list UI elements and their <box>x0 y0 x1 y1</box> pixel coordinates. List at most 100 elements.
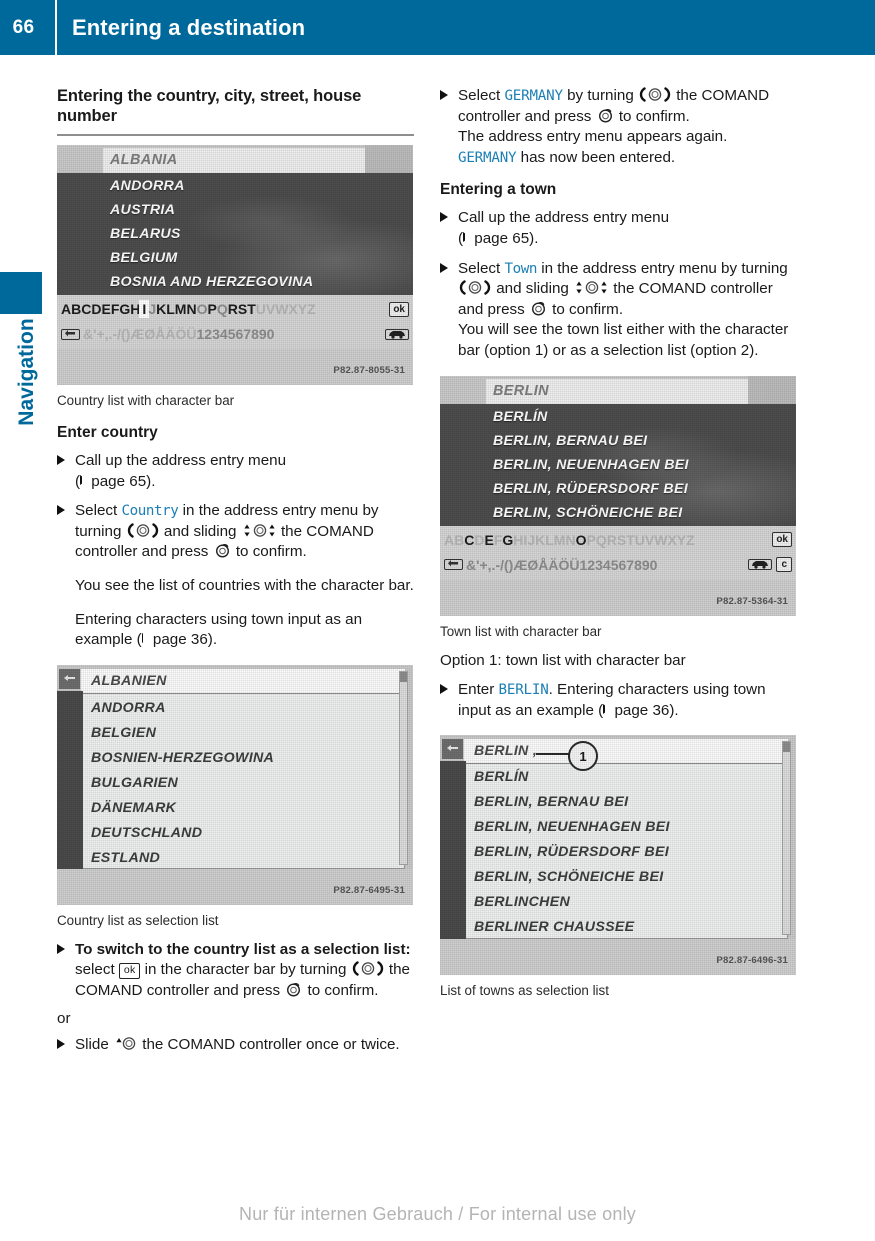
or-label: or <box>57 1009 71 1027</box>
menu-term-germany: GERMANY <box>458 149 517 166</box>
figure2-row: BULGARIEN <box>91 774 179 791</box>
figure4-row: BERLIN, NEUENHAGEN BEI <box>474 819 670 836</box>
step-note: You see the list of countries with the c… <box>75 576 414 594</box>
step-bullet-icon <box>440 90 448 100</box>
back-icon <box>442 739 463 760</box>
figure2-row: DÄNEMARK <box>91 799 177 816</box>
header-divider <box>55 0 57 55</box>
figure1-row: ANDORRA <box>110 178 185 194</box>
figure3-row: BERLIN, NEUENHAGEN BEI <box>493 456 689 473</box>
page-title: Entering a destination <box>72 14 306 40</box>
figure4-row-input: BERLIN , <box>474 743 538 760</box>
figure3-caption: Town list with character bar <box>440 623 602 639</box>
page-header: 66 Entering a destination <box>0 0 875 55</box>
figure1-caption: Country list with character bar <box>57 393 235 408</box>
figure1-row: BELARUS <box>110 226 181 242</box>
step-bullet-icon <box>57 455 65 465</box>
comand-turn-icon <box>352 961 384 977</box>
figure4-row: BERLIN, RÜDERSDORF BEI <box>474 844 669 861</box>
page-reference-arrow-icon <box>463 231 472 242</box>
figure3-highlight-text: BERLIN <box>493 382 549 399</box>
footer-watermark: Nur für internen Gebrauch / For internal… <box>239 1204 636 1224</box>
ok-key-inline: ok <box>118 962 141 979</box>
menu-term-town: Town <box>504 260 538 277</box>
figure1-highlight-row: ALBANIA <box>103 148 365 173</box>
figure-town-selection-list: BERLIN , 1 BERLÍN BERLIN, BERNAU BEI BER… <box>440 735 796 976</box>
comand-slide-up-icon <box>114 1036 137 1051</box>
vehicle-icon <box>385 328 409 340</box>
figure2-row: ALBANIEN <box>91 672 167 689</box>
step-text: Call up the address entry menu <box>458 209 670 227</box>
step-bullet-icon <box>440 684 448 695</box>
figure4-row: BERLIN, BERNAU BEI <box>474 794 629 811</box>
figure3-clear-key: c <box>776 557 792 573</box>
page-reference: ( page 65). <box>75 472 156 490</box>
figure4-row: BERLÍN <box>474 769 529 786</box>
subsection-entering-a-town: Entering a town <box>440 181 557 199</box>
page-reference: ( page 65). <box>458 229 539 247</box>
figure4-caption: List of towns as selection list <box>440 983 609 999</box>
figure1-row: AUSTRIA <box>110 202 176 218</box>
section-title: Entering the country, city, street, hous… <box>57 87 362 125</box>
step-select-country: Select Country in the address entry menu… <box>57 501 414 651</box>
step-note-page-ref: Entering characters using town input as … <box>75 610 363 649</box>
comand-turn-icon <box>639 87 671 102</box>
figure2-row: DEUTSCHLAND <box>91 824 203 841</box>
step-note-germany-entered: GERMANY has now been entered. <box>458 148 676 166</box>
right-column: Select GERMANY by turning the COMAND con… <box>440 86 797 999</box>
figure3-row: BERLIN, BERNAU BEI <box>493 432 648 449</box>
figure2-scrollbar[interactable] <box>399 670 408 865</box>
step-bullet-icon <box>57 505 65 516</box>
figure1-right-band <box>365 145 413 173</box>
figure1-highlight-text: ALBANIA <box>110 152 178 168</box>
figure3-row: BERLIN, RÜDERSDORF BEI <box>493 480 688 497</box>
comand-slide-updown-icon <box>242 523 276 538</box>
figure1-row: BELGIUM <box>110 250 178 266</box>
figure-country-list-character-bar: ALBANIA ANDORRA AUSTRIA BELARUS BELGIUM … <box>57 145 413 385</box>
figure4-scrollbar[interactable] <box>782 741 791 936</box>
step-select-town: Select Town in the address entry menu by… <box>440 259 797 362</box>
step-text: Call up the address entry menu <box>75 452 287 469</box>
step-bullet-icon <box>440 262 448 273</box>
comand-press-icon <box>597 108 614 123</box>
vehicle-icon <box>748 559 773 571</box>
figure3-code: P82.87-5364-31 <box>716 595 788 607</box>
figure3-row: BERLÍN <box>493 408 548 425</box>
figure4-left-rail <box>440 761 466 940</box>
figure1-row: BOSNIA AND HERZEGOVINA <box>110 274 314 290</box>
figure2-row: BELGIEN <box>91 724 157 741</box>
step-select-germany: Select GERMANY by turning the COMAND con… <box>440 86 797 168</box>
backspace-icon <box>61 328 80 340</box>
figure3-character-bar: ABCDEFGHIJKLMNOPQRSTUVWXYZ ok & ' +,. - /() Æ… <box>440 525 796 580</box>
figure4-code: P82.87-6496-31 <box>716 955 788 967</box>
figure2-row: BOSNIEN-HERZEGOWINA <box>91 749 275 766</box>
figure3-charbar-line2: & ' +,. - /() Æ Ø Å Ä Ö Ü 1 2 3 4 5 6 7 8 9 0 c <box>444 553 792 577</box>
back-icon <box>59 668 80 689</box>
comand-slide-updown-icon <box>574 280 608 295</box>
section-rule <box>57 134 414 136</box>
figure4-row: BERLINCHEN <box>474 894 571 911</box>
step-bold-lead: To switch to the country list as a selec… <box>75 940 411 958</box>
subsection-enter-country: Enter country <box>57 424 158 441</box>
figure3-highlight-row: BERLIN <box>486 378 748 404</box>
step-bullet-icon <box>440 212 448 223</box>
figure2-caption: Country list as selection list <box>57 912 219 928</box>
left-column: Entering the country, city, street, hous… <box>57 86 414 1056</box>
figure3-row: BERLIN, SCHÖNEICHE BEI <box>493 504 683 521</box>
figure2-row: ESTLAND <box>91 849 161 866</box>
comand-turn-icon <box>459 280 491 295</box>
step-note: The address entry menu appears again. <box>458 128 728 146</box>
figure1-ok-key: ok <box>389 301 409 317</box>
comand-press-icon <box>214 543 231 558</box>
figure1-character-bar: ABCDEFGHIJKLMNOPQRSTUVWXYZ ok & ' +,. - /() Æ… <box>57 295 413 349</box>
step-bullet-icon <box>57 943 65 954</box>
page-reference-arrow-icon <box>80 474 89 485</box>
figure4-row: BERLIN, SCHÖNEICHE BEI <box>474 869 664 886</box>
callout-leader-line <box>536 753 572 756</box>
page-number: 66 <box>12 16 35 38</box>
figure-town-list-character-bar: BERLIN BERLÍN BERLIN, BERNAU BEI BERLIN,… <box>440 375 796 616</box>
figure2-left-rail <box>57 690 83 869</box>
sidebar-chapter-label: Navigation <box>15 318 38 426</box>
figure3-ok-key: ok <box>772 532 792 548</box>
step-switch-to-selection-list: To switch to the country list as a selec… <box>57 940 414 1002</box>
